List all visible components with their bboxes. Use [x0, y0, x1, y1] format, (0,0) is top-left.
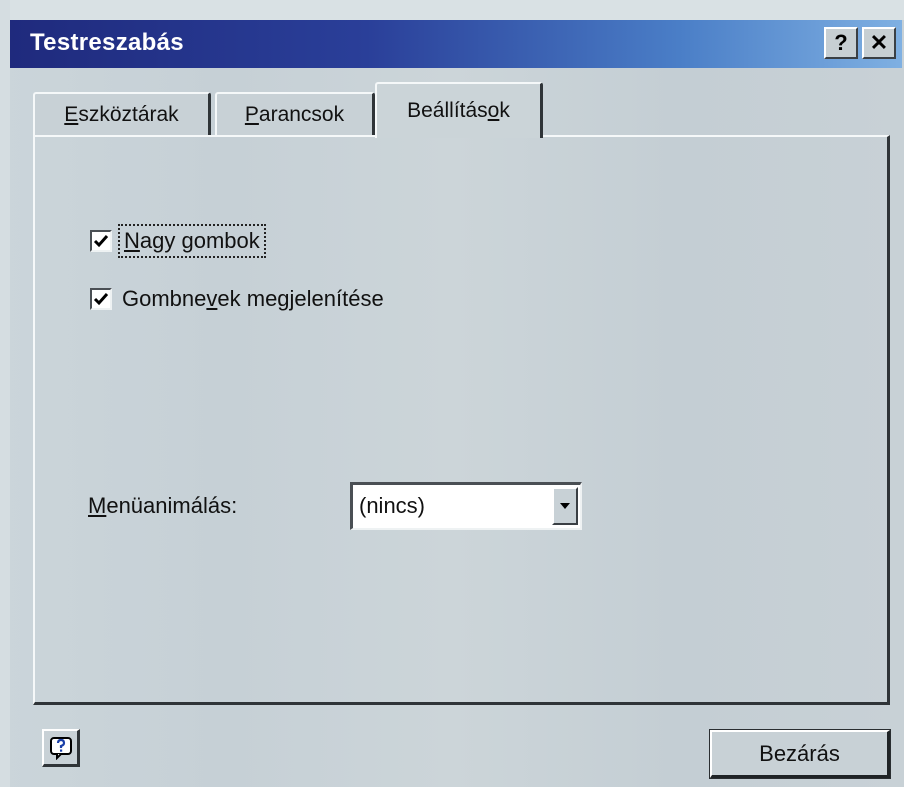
- title-close-button[interactable]: ✕: [862, 27, 896, 59]
- screen: Testreszabás ? ✕ Eszköztárak Parancsok B…: [0, 0, 904, 787]
- tab-panel: [33, 135, 890, 705]
- close-button-label: Bezárás: [759, 740, 840, 766]
- title-help-button[interactable]: ?: [824, 27, 858, 59]
- close-button[interactable]: Bezárás: [709, 729, 891, 779]
- help-button[interactable]: [42, 729, 80, 767]
- title-bar: Testreszabás ? ✕: [10, 20, 902, 68]
- background-strip: [0, 0, 904, 20]
- tab-parancsok[interactable]: Parancsok: [215, 92, 375, 136]
- question-mark-icon: ?: [834, 30, 848, 55]
- tab-label-beallitasok: Beállítások: [407, 99, 510, 122]
- tab-label-eszkoztarak: Eszköztárak: [64, 103, 179, 126]
- window-title: Testreszabás: [30, 29, 184, 56]
- tab-eszkoztarak[interactable]: Eszköztárak: [33, 92, 211, 136]
- tab-beallitasok[interactable]: Beállítások: [375, 82, 543, 138]
- help-balloon-icon: [49, 736, 72, 760]
- tab-label-parancsok: Parancsok: [244, 103, 345, 126]
- close-icon: ✕: [869, 30, 889, 55]
- background-strip-left: [0, 0, 10, 787]
